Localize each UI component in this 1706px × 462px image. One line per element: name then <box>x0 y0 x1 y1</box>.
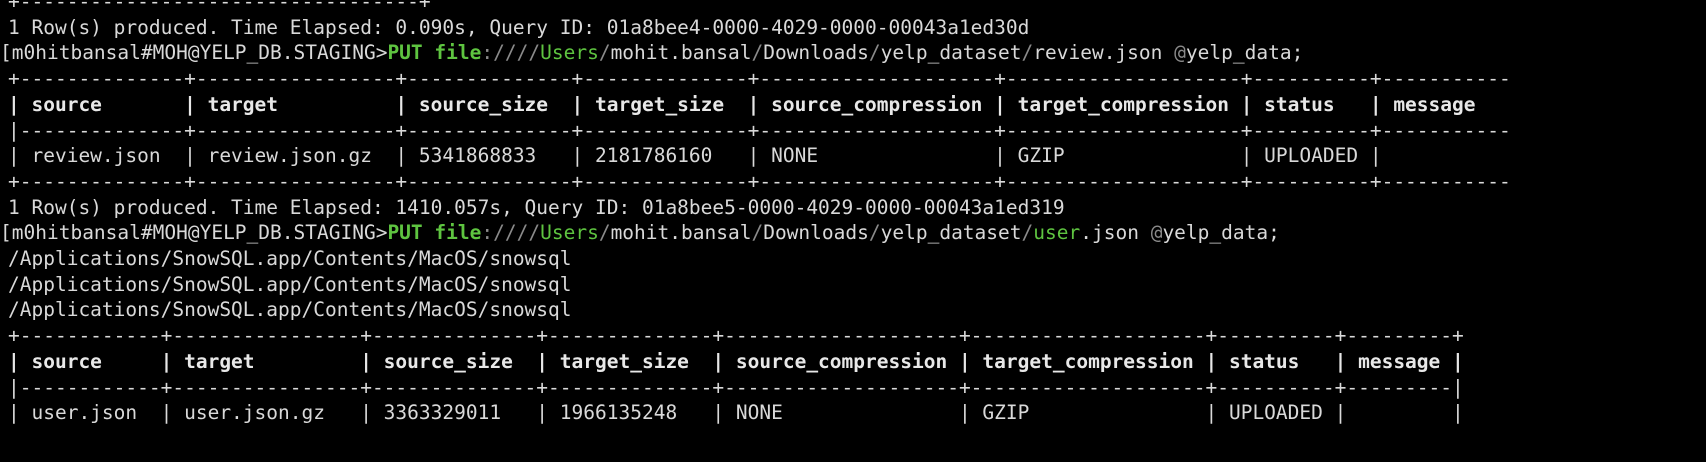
prompt-bracket: [ <box>0 41 12 65</box>
file-name: review.json <box>1033 41 1163 65</box>
path-separator: / <box>1021 221 1034 245</box>
output-line: 1 Row(s) produced. Time Elapsed: 1410.05… <box>8 195 1065 219</box>
put-keyword: PUT <box>387 221 423 245</box>
file-name: .json <box>1080 221 1139 245</box>
table-header-row: | source | target | source_size | target… <box>8 349 1464 373</box>
table-header-row: | source | target | source_size | target… <box>8 92 1476 116</box>
statement-end: ; <box>1291 41 1304 65</box>
command-line: [m0hitbansal#MOH@YELP_DB.STAGING>PUT fil… <box>0 219 1280 247</box>
path-separator: // <box>516 221 541 245</box>
output-line: /Applications/SnowSQL.app/Contents/MacOS… <box>8 272 572 296</box>
path-segment: mohit.bansal <box>610 221 752 245</box>
path-segment: yelp_dataset <box>880 221 1022 245</box>
path-separator: / <box>751 221 764 245</box>
path-separator: / <box>868 41 881 65</box>
output-line: /Applications/SnowSQL.app/Contents/MacOS… <box>8 298 572 322</box>
path-segment: Users <box>540 221 599 245</box>
path-separator: / <box>598 41 611 65</box>
prompt-text: m0hitbansal#MOH@YELP_DB.STAGING> <box>11 41 388 65</box>
output-line: 1 Row(s) produced. Time Elapsed: 0.090s,… <box>8 15 1030 39</box>
table-border: |------------+----------------+---------… <box>8 375 1464 399</box>
put-keyword: PUT <box>387 41 423 65</box>
path-separator: :// <box>481 221 517 245</box>
file-name-highlight: user <box>1033 221 1081 245</box>
path-segment: Downloads <box>763 221 869 245</box>
path-separator: / <box>1021 41 1034 65</box>
path-separator: / <box>598 221 611 245</box>
path-segment: mohit.bansal <box>610 41 752 65</box>
table-border: +--------------+-----------------+------… <box>8 67 1511 91</box>
table-border: |--------------+-----------------+------… <box>8 118 1511 142</box>
command-line: [m0hitbansal#MOH@YELP_DB.STAGING>PUT fil… <box>0 39 1303 67</box>
path-separator: :// <box>481 41 517 65</box>
output-line: | user.json | user.json.gz | 3363329011 … <box>8 401 1464 425</box>
path-separator: / <box>868 221 881 245</box>
prompt-text: m0hitbansal#MOH@YELP_DB.STAGING> <box>11 221 388 245</box>
path-segment: Downloads <box>763 41 869 65</box>
prompt-bracket: [ <box>0 221 12 245</box>
statement-end: ; <box>1268 221 1280 245</box>
file-keyword: file <box>434 221 482 245</box>
table-border: +--------------+-----------------+------… <box>8 169 1511 193</box>
path-separator: / <box>751 41 764 65</box>
output-line: | review.json | review.json.gz | 5341868… <box>8 144 1382 168</box>
table-border: +------------+----------------+---------… <box>8 324 1464 348</box>
terminal-window[interactable]: +----------------------------------+ 1 Ro… <box>0 0 1706 462</box>
stage-name: yelp_data <box>1185 41 1292 65</box>
path-segment: yelp_dataset <box>880 41 1022 65</box>
path-separator: // <box>516 41 541 65</box>
output-line: /Applications/SnowSQL.app/Contents/MacOS… <box>8 247 572 270</box>
stage-at: @ <box>1150 221 1163 245</box>
stage-name: yelp_data <box>1162 221 1269 245</box>
file-keyword: file <box>434 41 482 65</box>
path-segment: Users <box>540 41 599 65</box>
stage-at: @ <box>1174 41 1186 65</box>
